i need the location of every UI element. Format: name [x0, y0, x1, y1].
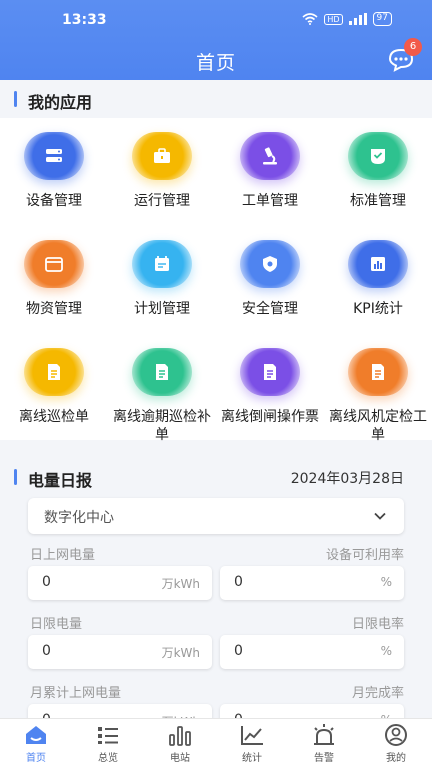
metric-value-field[interactable]: 0 万kWh — [28, 566, 212, 600]
app-tile[interactable]: 离线倒闸操作票 — [216, 348, 324, 426]
message-count-badge: 6 — [404, 38, 422, 56]
metric-label: 月累计上网电量 — [30, 686, 122, 701]
app-tile-label: 物资管理 — [26, 301, 82, 317]
metric-unit: % — [380, 575, 392, 589]
signal-icon — [348, 13, 367, 25]
app-tile[interactable]: KPI统计 — [324, 240, 432, 318]
app-tile[interactable]: 设备管理 — [0, 132, 108, 210]
alarm-icon — [314, 724, 334, 745]
metric-unit: 万kWh — [161, 646, 200, 660]
document-icon — [24, 348, 84, 396]
app-tile[interactable]: 计划管理 — [108, 240, 216, 318]
home-icon — [26, 726, 46, 744]
app-tile-label: 工单管理 — [242, 193, 298, 209]
wallet-icon — [24, 240, 84, 288]
metric-label: 日限电量 — [30, 617, 83, 632]
app-tile-label: 计划管理 — [134, 301, 190, 317]
app-tile[interactable]: 安全管理 — [216, 240, 324, 318]
app-tile[interactable]: 离线风机定检工单 — [324, 348, 432, 444]
shield-icon — [240, 240, 300, 288]
org-select-value: 数字化中心 — [44, 510, 114, 526]
list-icon — [98, 727, 118, 744]
document-icon — [240, 348, 300, 396]
metric-value: 0 — [42, 643, 51, 659]
metric-label: 月完成率 — [351, 686, 404, 701]
tab-label: 告警 — [314, 753, 334, 764]
metric-label: 日限电率 — [351, 617, 404, 632]
power-daily-report: 电量日报 2024年03月28日 数字化中心 日上网电量 设备可利用率 0 万kWh 0… — [0, 458, 432, 738]
apps-section-header: 我的应用 — [0, 80, 432, 118]
metric-label: 日上网电量 — [30, 548, 96, 563]
tab-3[interactable]: 电站 — [144, 723, 216, 764]
wifi-icon — [302, 13, 318, 25]
battery-indicator: 97 — [372, 12, 392, 26]
status-time: 13:33 — [62, 12, 107, 28]
metric-value: 0 — [234, 643, 243, 659]
microscope-icon — [240, 132, 300, 180]
metric-unit: % — [380, 644, 392, 658]
app-tile-label: 离线逾期巡检补单 — [113, 409, 211, 443]
app-tile-label: 离线巡检单 — [19, 409, 89, 425]
app-tile-label: 离线风机定检工单 — [329, 409, 427, 443]
app-tile[interactable]: 离线逾期巡检补单 — [108, 348, 216, 444]
document-icon — [132, 348, 192, 396]
tab-4[interactable]: 统计 — [216, 723, 288, 764]
bottom-tab-bar: 首页 总览 电站 统计 告警 我的 — [0, 718, 432, 768]
metric-value: 0 — [234, 574, 243, 590]
check-doc-icon — [348, 132, 408, 180]
metric-unit: 万kWh — [161, 577, 200, 591]
app-tile-label: KPI统计 — [353, 301, 403, 317]
document-icon — [348, 348, 408, 396]
section-accent-bar — [14, 91, 17, 107]
tab-label: 电站 — [170, 753, 190, 764]
org-select[interactable]: 数字化中心 — [28, 498, 404, 534]
app-header: 13:33 HD 97 首页 6 — [0, 0, 432, 80]
report-date[interactable]: 2024年03月28日 — [291, 468, 404, 488]
apps-section-title: 我的应用 — [28, 93, 93, 112]
apps-grid: 设备管理 运行管理 工单管理 标准管理物资管理 计划管理 安全管理 KPI统计离线巡检单 离线… — [0, 118, 432, 443]
app-tile[interactable]: 标准管理 — [324, 132, 432, 210]
report-title: 电量日报 — [28, 471, 93, 490]
hd-indicator: HD — [324, 13, 343, 25]
message-button[interactable]: 6 — [386, 38, 422, 74]
tab-5[interactable]: 告警 — [288, 723, 360, 764]
status-bar: 13:33 HD 97 — [0, 0, 432, 40]
tab-label: 首页 — [26, 753, 46, 764]
tab-2[interactable]: 总览 — [72, 723, 144, 764]
station-bars-icon — [169, 726, 191, 746]
app-tile-label: 安全管理 — [242, 301, 298, 317]
page-title: 首页 — [195, 52, 236, 74]
tab-label: 我的 — [386, 753, 406, 764]
tab-6[interactable]: 我的 — [360, 723, 432, 764]
metric-value-field[interactable]: 0% — [220, 635, 404, 669]
app-tile[interactable]: 运行管理 — [108, 132, 216, 210]
app-tile-label: 离线倒闸操作票 — [221, 409, 319, 425]
app-tile[interactable]: 离线巡检单 — [0, 348, 108, 426]
app-tile-label: 运行管理 — [134, 193, 190, 209]
app-tile[interactable]: 物资管理 — [0, 240, 108, 318]
metric-value-field[interactable]: 0 万kWh — [28, 635, 212, 669]
section-accent-bar — [14, 469, 17, 485]
app-tile-label: 标准管理 — [350, 193, 406, 209]
calendar-icon — [132, 240, 192, 288]
tab-1[interactable]: 首页 — [0, 723, 72, 764]
app-tile[interactable]: 工单管理 — [216, 132, 324, 210]
bar-chart-icon — [348, 240, 408, 288]
server-icon — [24, 132, 84, 180]
status-icons: HD 97 — [302, 12, 392, 26]
line-chart-icon — [241, 726, 263, 745]
briefcase-icon — [132, 132, 192, 180]
chevron-down-icon — [374, 512, 386, 520]
tab-label: 统计 — [242, 753, 262, 764]
metric-label: 设备可利用率 — [325, 548, 404, 563]
metric-value-field[interactable]: 0% — [220, 566, 404, 600]
app-tile-label: 设备管理 — [26, 193, 82, 209]
user-icon — [385, 724, 407, 746]
report-section-header: 电量日报 2024年03月28日 — [0, 458, 432, 496]
metric-value: 0 — [42, 574, 51, 590]
tab-label: 总览 — [98, 753, 118, 764]
